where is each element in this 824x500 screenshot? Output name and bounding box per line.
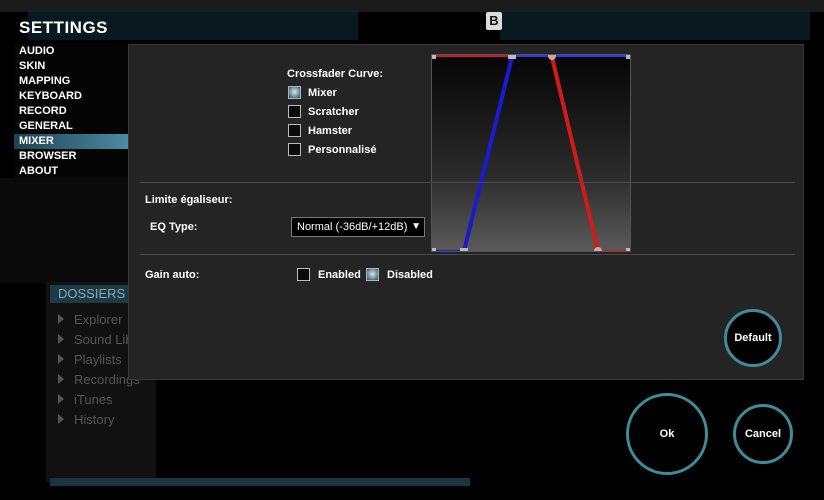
settings-menu-item-general[interactable]: GENERAL <box>19 119 73 134</box>
curve-option-label: Scratcher <box>308 106 359 118</box>
curve-handle[interactable] <box>460 248 468 252</box>
settings-menu: AUDIO SKIN MAPPING KEYBOARD RECORD GENERAL MIX… <box>14 43 128 178</box>
curve-option-1-checkbox[interactable] <box>288 105 301 118</box>
curve-red-line <box>550 56 600 251</box>
curve-option-label: Mixer <box>308 87 337 99</box>
chevron-right-icon <box>58 354 64 364</box>
curve-option-3-checkbox[interactable] <box>288 143 301 156</box>
separator <box>140 182 795 183</box>
eq-type-label: EQ Type: <box>150 221 198 233</box>
background-deck-b <box>500 10 810 40</box>
browser-item: Sound Lib <box>74 332 133 347</box>
background-bottom-bar <box>50 478 470 486</box>
curve-option-label: Personnalisé <box>308 144 377 156</box>
chevron-right-icon <box>58 334 64 344</box>
curve-handle[interactable] <box>548 55 556 60</box>
browser-title: DOSSIERS <box>50 285 138 303</box>
ok-button[interactable]: Ok <box>626 393 708 475</box>
curve-blue-line <box>462 56 514 251</box>
gain-disabled-label: Disabled <box>387 269 433 281</box>
deck-b-badge: B <box>486 12 502 30</box>
settings-menu-item-keyboard[interactable]: KEYBOARD <box>19 89 82 104</box>
curve-option-2-checkbox[interactable] <box>288 124 301 137</box>
browser-item: Playlists <box>74 352 122 367</box>
browser-item: Explorer <box>74 312 123 327</box>
settings-menu-item-mapping[interactable]: MAPPING <box>19 74 70 89</box>
settings-menu-item-about[interactable]: ABOUT <box>19 164 58 179</box>
browser-item: iTunes <box>74 392 113 407</box>
curve-handle[interactable] <box>626 248 631 252</box>
separator <box>140 254 795 255</box>
eq-type-value: Normal (-36dB/+12dB) <box>297 221 408 233</box>
crossfader-curve-graph <box>431 54 631 252</box>
settings-menu-item-audio[interactable]: AUDIO <box>19 44 54 59</box>
chevron-right-icon <box>58 414 64 424</box>
settings-menu-item-skin[interactable]: SKIN <box>19 59 45 74</box>
chevron-right-icon <box>58 374 64 384</box>
curve-handle[interactable] <box>432 55 436 59</box>
chevron-down-icon: ▼ <box>411 221 421 232</box>
gain-enabled-label: Enabled <box>318 269 361 281</box>
eq-type-select[interactable]: Normal (-36dB/+12dB) ▼ <box>291 217 425 237</box>
default-button[interactable]: Default <box>724 309 782 367</box>
curve-handle[interactable] <box>508 55 516 59</box>
curve-option-0-checkbox[interactable] <box>288 86 301 99</box>
chevron-right-icon <box>58 394 64 404</box>
background-left-controls <box>0 178 128 283</box>
curve-svg <box>432 55 631 252</box>
cancel-button[interactable]: Cancel <box>733 404 793 464</box>
settings-title: SETTINGS <box>19 18 109 37</box>
curve-handle[interactable] <box>626 55 631 59</box>
curve-option-label: Hamster <box>308 125 353 137</box>
chevron-right-icon <box>58 314 64 324</box>
gain-enabled-checkbox[interactable] <box>297 268 310 281</box>
settings-menu-item-browser[interactable]: BROWSER <box>19 149 76 164</box>
settings-menu-item-record[interactable]: RECORD <box>19 104 67 119</box>
gain-disabled-checkbox[interactable] <box>366 268 379 281</box>
browser-item: History <box>74 412 115 427</box>
crossfader-curve-label: Crossfader Curve: <box>287 68 383 80</box>
settings-menu-item-mixer[interactable]: MIXER <box>14 134 128 149</box>
gain-auto-label: Gain auto: <box>145 269 200 281</box>
curve-handle[interactable] <box>432 248 436 252</box>
eq-limit-label: Limite égaliseur: <box>145 194 233 206</box>
